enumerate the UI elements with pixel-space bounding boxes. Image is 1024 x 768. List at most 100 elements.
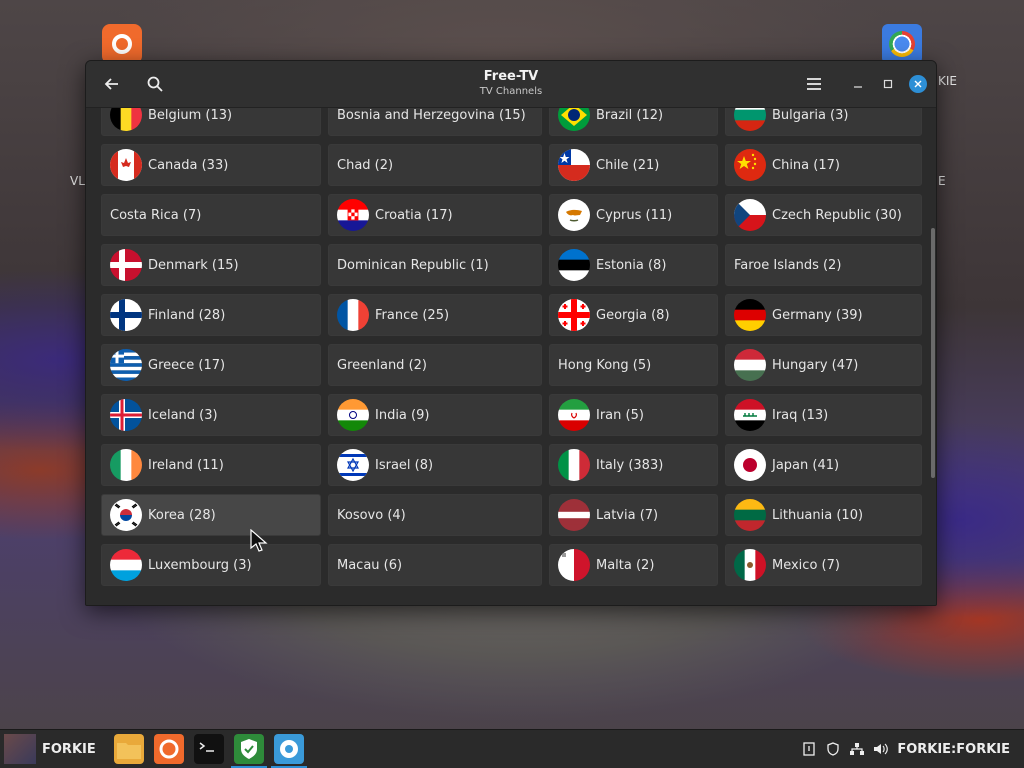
country-tile[interactable]: Ireland (11) (101, 444, 321, 486)
country-grid-scroller[interactable]: Belgium (13) Bosnia and Herzegovina (15) B… (86, 108, 936, 605)
files-icon[interactable] (114, 734, 144, 764)
country-label: Denmark (15) (148, 257, 239, 273)
country-label: Iran (5) (596, 407, 644, 423)
country-tile[interactable]: Greenland (2) (328, 344, 542, 386)
tray-user-label[interactable]: FORKIE:FORKIE (897, 742, 1010, 757)
country-tile[interactable]: Luxembourg (3) (101, 544, 321, 586)
country-tile[interactable]: Belgium (13) (101, 108, 321, 136)
country-tile[interactable]: Finland (28) (101, 294, 321, 336)
country-tile[interactable]: Estonia (8) (549, 244, 718, 286)
search-button[interactable] (141, 70, 169, 98)
country-tile[interactable]: Brazil (12) (549, 108, 718, 136)
country-label: Germany (39) (772, 307, 863, 323)
country-tile[interactable]: Canada (33) (101, 144, 321, 186)
minimize-button[interactable] (844, 70, 872, 98)
back-arrow-icon (104, 78, 118, 90)
flag-icon (110, 549, 142, 581)
network-icon[interactable] (849, 741, 865, 757)
country-tile[interactable]: Latvia (7) (549, 494, 718, 536)
country-tile[interactable]: Dominican Republic (1) (328, 244, 542, 286)
country-tile[interactable]: Hong Kong (5) (549, 344, 718, 386)
country-tile[interactable]: India (9) (328, 394, 542, 436)
notification-icon[interactable] (801, 741, 817, 757)
desktop-chrome-icon[interactable] (882, 24, 922, 64)
country-label: Belgium (13) (148, 108, 233, 123)
country-tile[interactable]: Bulgaria (3) (725, 108, 922, 136)
country-tile[interactable]: Mexico (7) (725, 544, 922, 586)
scrollbar[interactable] (931, 228, 935, 478)
close-button[interactable] (909, 75, 927, 93)
desktop-firefox-icon[interactable] (102, 24, 142, 64)
country-label: Italy (383) (596, 457, 664, 473)
country-tile[interactable]: Greece (17) (101, 344, 321, 386)
desktop-label: E (938, 174, 946, 188)
country-tile[interactable]: France (25) (328, 294, 542, 336)
country-tile[interactable]: Costa Rica (7) (101, 194, 321, 236)
country-tile[interactable]: Georgia (8) (549, 294, 718, 336)
country-tile[interactable]: Malta (2) (549, 544, 718, 586)
country-tile[interactable]: Bosnia and Herzegovina (15) (328, 108, 542, 136)
flag-icon (558, 299, 590, 331)
mouse-pointer-icon (250, 529, 268, 552)
flag-icon (734, 299, 766, 331)
country-label: Greenland (2) (337, 357, 427, 373)
country-tile[interactable]: Chile (21) (549, 144, 718, 186)
country-label: Bosnia and Herzegovina (15) (337, 108, 526, 123)
country-tile[interactable]: Iran (5) (549, 394, 718, 436)
search-icon (147, 76, 163, 92)
country-tile[interactable]: China (17) (725, 144, 922, 186)
freetv-icon[interactable] (271, 734, 307, 768)
flag-icon (558, 499, 590, 531)
taskbar: FORKIE FORKIE:FORKIE (0, 729, 1024, 768)
country-label: Canada (33) (148, 157, 229, 173)
country-tile[interactable]: Italy (383) (549, 444, 718, 486)
country-tile[interactable]: Macau (6) (328, 544, 542, 586)
country-tile[interactable]: Czech Republic (30) (725, 194, 922, 236)
country-label: Dominican Republic (1) (337, 257, 489, 273)
country-label: Georgia (8) (596, 307, 670, 323)
country-label: Malta (2) (596, 557, 655, 573)
country-tile[interactable]: Kosovo (4) (328, 494, 542, 536)
country-label: India (9) (375, 407, 430, 423)
country-tile[interactable]: Korea (28) (101, 494, 321, 536)
country-label: China (17) (772, 157, 840, 173)
flag-icon (110, 299, 142, 331)
country-label: Cyprus (11) (596, 207, 673, 223)
country-tile[interactable]: Hungary (47) (725, 344, 922, 386)
country-tile[interactable]: Croatia (17) (328, 194, 542, 236)
country-tile[interactable]: Cyprus (11) (549, 194, 718, 236)
country-label: Israel (8) (375, 457, 434, 473)
country-label: Faroe Islands (2) (734, 257, 842, 273)
country-label: Korea (28) (148, 507, 216, 523)
country-tile[interactable]: Germany (39) (725, 294, 922, 336)
flag-icon (734, 449, 766, 481)
country-tile[interactable]: Lithuania (10) (725, 494, 922, 536)
flag-icon (558, 108, 590, 131)
back-button[interactable] (98, 70, 126, 98)
country-tile[interactable]: Faroe Islands (2) (725, 244, 922, 286)
country-tile[interactable]: Iraq (13) (725, 394, 922, 436)
country-label: Chile (21) (596, 157, 660, 173)
country-label: Estonia (8) (596, 257, 667, 273)
firefox-icon[interactable] (154, 734, 184, 764)
close-icon (914, 80, 922, 88)
menu-button[interactable] (800, 70, 828, 98)
taskbar-user-button[interactable]: FORKIE (4, 734, 96, 764)
country-tile[interactable]: Japan (41) (725, 444, 922, 486)
country-tile[interactable]: Denmark (15) (101, 244, 321, 286)
country-label: Kosovo (4) (337, 507, 406, 523)
flag-icon (110, 399, 142, 431)
taskbar-user-label: FORKIE (42, 741, 96, 757)
security-shield-icon[interactable] (825, 741, 841, 757)
country-tile[interactable]: Iceland (3) (101, 394, 321, 436)
country-grid: Belgium (13) Bosnia and Herzegovina (15) B… (101, 108, 922, 586)
shield-icon[interactable] (231, 734, 267, 768)
terminal-icon[interactable] (194, 734, 224, 764)
country-tile[interactable]: Chad (2) (328, 144, 542, 186)
minimize-icon (854, 86, 862, 88)
flag-icon (558, 199, 590, 231)
maximize-button[interactable] (874, 70, 902, 98)
volume-icon[interactable] (873, 741, 889, 757)
country-tile[interactable]: Israel (8) (328, 444, 542, 486)
flag-icon (110, 499, 142, 531)
